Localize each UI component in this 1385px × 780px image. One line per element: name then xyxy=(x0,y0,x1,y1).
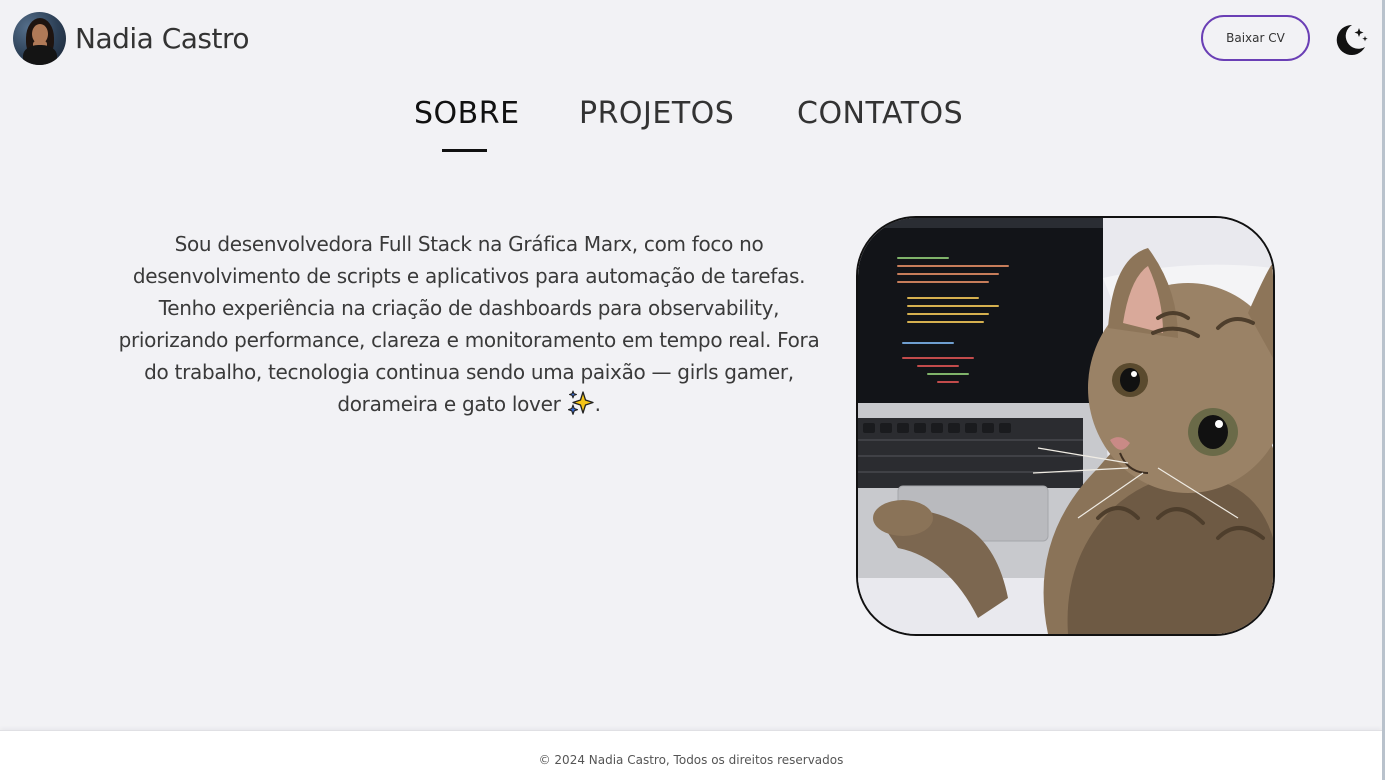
copyright-text: © 2024 Nadia Castro, Todos os direitos r… xyxy=(538,753,844,767)
main-nav: SOBRE PROJETOS CONTATOS xyxy=(0,96,1385,156)
page: Nadia Castro Baixar CV SOBRE PROJETOS CO… xyxy=(0,0,1385,780)
avatar xyxy=(13,12,66,65)
cat-with-laptop-photo xyxy=(856,216,1275,636)
download-cv-button[interactable]: Baixar CV xyxy=(1201,15,1310,61)
about-paragraph: Sou desenvolvedora Full Stack na Gráfica… xyxy=(118,232,820,416)
moon-stars-icon[interactable] xyxy=(1330,20,1370,60)
tab-contatos[interactable]: CONTATOS xyxy=(797,96,963,136)
tab-sobre[interactable]: SOBRE xyxy=(414,96,520,136)
site-name: Nadia Castro xyxy=(75,22,250,55)
tab-projetos[interactable]: PROJETOS xyxy=(579,96,734,136)
site-footer: © 2024 Nadia Castro, Todos os direitos r… xyxy=(0,730,1382,780)
about-trailing-period: . xyxy=(594,392,601,416)
sparkles-icon xyxy=(567,390,595,416)
about-text: Sou desenvolvedora Full Stack na Gráfica… xyxy=(104,228,834,420)
site-header: Nadia Castro Baixar CV xyxy=(0,0,1385,80)
active-tab-indicator xyxy=(442,149,487,152)
